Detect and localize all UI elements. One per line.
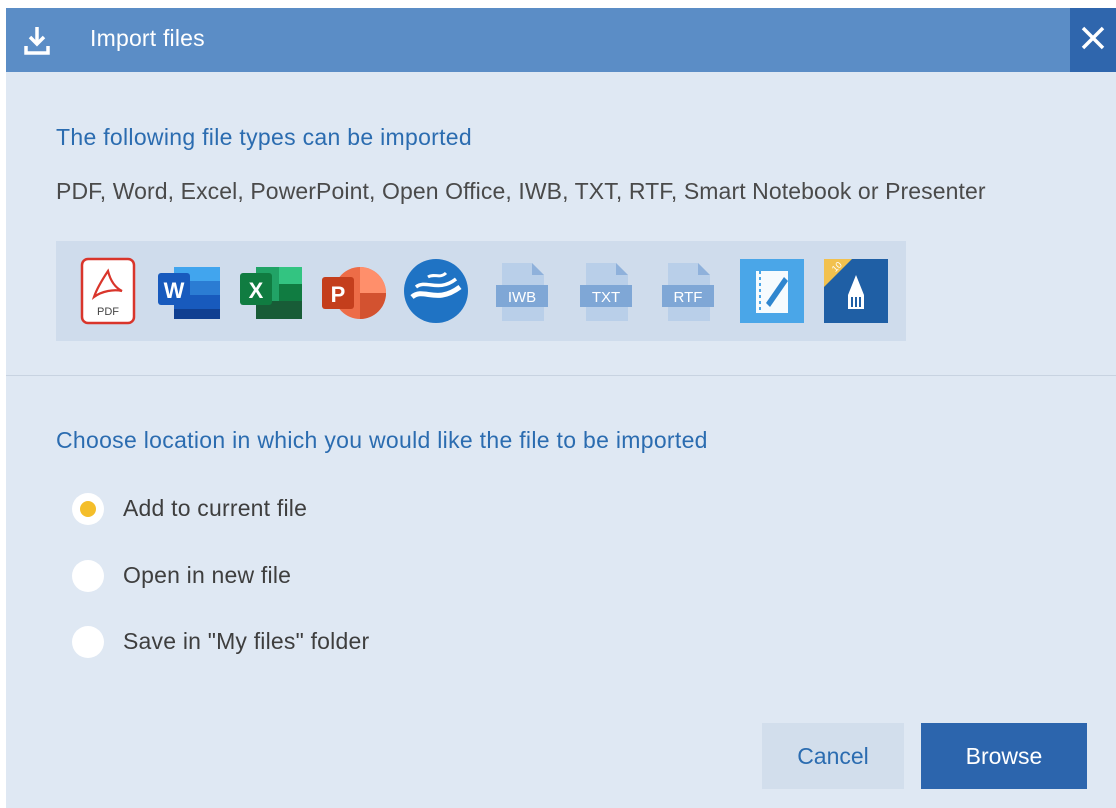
filetype-icon-strip: PDF W X P IWB TXT RTF 10 bbox=[56, 241, 906, 341]
txt-icon-label: TXT bbox=[592, 289, 620, 306]
radio-button[interactable] bbox=[72, 560, 104, 592]
radio-button-selected[interactable] bbox=[72, 493, 104, 525]
word-icon-label: W bbox=[164, 278, 185, 303]
rtf-icon-label: RTF bbox=[674, 289, 703, 306]
dialog-title: Import files bbox=[90, 25, 205, 51]
excel-icon: X bbox=[238, 257, 306, 325]
download-icon bbox=[18, 22, 56, 60]
close-button[interactable] bbox=[1070, 8, 1116, 72]
option-label: Open in new file bbox=[123, 562, 292, 588]
browse-button[interactable]: Browse bbox=[921, 723, 1087, 789]
word-icon: W bbox=[156, 257, 224, 325]
excel-icon-label: X bbox=[249, 278, 264, 303]
filetypes-heading: The following file types can be imported bbox=[56, 124, 472, 150]
smart-notebook-icon bbox=[738, 257, 806, 325]
option-label: Save in "My files" folder bbox=[123, 628, 370, 654]
radio-button[interactable] bbox=[72, 626, 104, 658]
powerpoint-icon: P bbox=[320, 257, 388, 325]
cancel-button[interactable]: Cancel bbox=[762, 723, 904, 789]
txt-file-icon: TXT bbox=[572, 257, 640, 325]
iwb-icon-label: IWB bbox=[508, 289, 536, 306]
import-files-dialog: Import files The following file types ca… bbox=[6, 8, 1116, 808]
pdf-icon: PDF bbox=[74, 257, 142, 325]
pdf-icon-label: PDF bbox=[97, 306, 119, 318]
openoffice-icon bbox=[402, 257, 470, 325]
presenter-icon: 10 bbox=[822, 257, 890, 325]
close-icon bbox=[1081, 26, 1105, 50]
filetypes-description: PDF, Word, Excel, PowerPoint, Open Offic… bbox=[56, 178, 986, 204]
section-divider bbox=[6, 375, 1116, 376]
radio-selected-dot bbox=[80, 501, 96, 517]
iwb-file-icon: IWB bbox=[488, 257, 556, 325]
option-label: Add to current file bbox=[123, 495, 308, 521]
powerpoint-icon-label: P bbox=[331, 282, 346, 307]
location-heading: Choose location in which you would like … bbox=[56, 427, 708, 453]
dialog-titlebar: Import files bbox=[6, 8, 1116, 72]
rtf-file-icon: RTF bbox=[654, 257, 722, 325]
